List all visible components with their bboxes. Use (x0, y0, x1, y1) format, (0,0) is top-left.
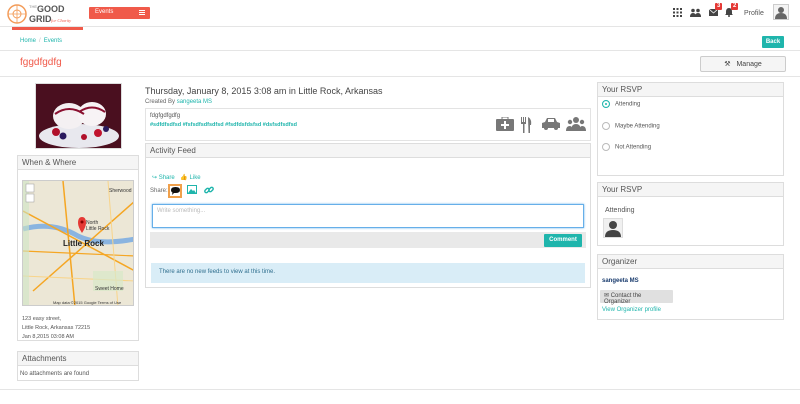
radio-icon[interactable] (602, 122, 610, 130)
events-menu-button[interactable]: Events (89, 7, 150, 19)
event-address: 123 easy street, Little Rock, Arkansas 7… (22, 315, 90, 342)
created-by-prefix: Created By (145, 99, 176, 105)
link-icon[interactable] (203, 185, 215, 197)
breadcrumb: Home / Events (20, 38, 62, 44)
rsvp-option-not-attending[interactable]: Not Attending (602, 143, 651, 151)
event-description-box: fdgfgdfgdfg #sdfdfsdfsd #fsfsdfsdfsdfsd … (145, 108, 591, 141)
apps-grid-icon[interactable] (673, 8, 682, 19)
attachments-title: Attachments (18, 352, 138, 366)
no-feeds-alert: There are no new feeds to view at this t… (151, 263, 585, 283)
breadcrumb-events[interactable]: Events (44, 38, 62, 44)
rsvp-option-label: Attending (615, 101, 641, 108)
good-grid-logo[interactable]: THE GOOD GRID for Charity (7, 2, 77, 26)
no-attachments-text: No attachments are found (20, 371, 90, 377)
image-icon[interactable] (186, 185, 198, 197)
radio-selected-icon[interactable] (602, 100, 610, 108)
thumbs-up-icon: 👍 (180, 175, 188, 181)
event-image (35, 83, 122, 149)
svg-text:GRID: GRID (29, 14, 52, 24)
svg-text:GOOD: GOOD (37, 4, 65, 14)
group-people-icon (566, 117, 586, 135)
manage-button[interactable]: ⚒ Manage (700, 56, 786, 72)
organizer-name[interactable]: sangeeta MS (602, 278, 639, 284)
event-date-location: Thursday, January 8, 2015 3:08 am in Lit… (145, 86, 383, 96)
event-datetime: Jan 8,2015 03:08 AM (22, 334, 74, 340)
rsvp-status-panel: Your RSVP (597, 182, 784, 246)
hamburger-icon (139, 10, 145, 15)
messages-count-badge: 3 (715, 3, 723, 10)
rsvp-option-label: Not Attending (615, 144, 652, 151)
share-link[interactable]: Share (159, 175, 175, 181)
breadcrumb-separator: / (39, 38, 41, 44)
rsvp-option-attending[interactable]: Attending (602, 100, 640, 108)
attending-label: Attending (605, 207, 635, 214)
map-label-sherwood: Sherwood (109, 188, 132, 194)
map-city-label: Little Rock (63, 239, 104, 248)
profile-link[interactable]: Profile (744, 10, 764, 17)
back-button[interactable]: Back (762, 36, 784, 48)
share-like-row: ↪ Share 👍 Like (152, 174, 201, 181)
address-line-1: 123 easy street, (22, 316, 62, 322)
car-icon (542, 117, 560, 134)
event-description: fdgfgdfgdfg (150, 113, 181, 119)
map-label-sweet-home: Sweet Home (95, 286, 124, 292)
events-active-indicator (12, 27, 83, 30)
group-icon[interactable] (690, 8, 701, 19)
feed-post-textarea[interactable]: Write something... (152, 204, 584, 228)
messages-icon[interactable]: 3 (708, 3, 723, 18)
address-line-2: Little Rock, Arkansas 72215 (22, 325, 91, 331)
divider (0, 76, 800, 77)
comment-button[interactable]: Comment (544, 234, 582, 247)
when-where-title: When & Where (18, 156, 138, 170)
location-map[interactable]: Sherwood North Little Rock Little Rock S… (22, 180, 134, 306)
user-avatar[interactable] (773, 4, 789, 20)
breadcrumb-home[interactable]: Home (20, 38, 36, 44)
notifications-bell-icon[interactable]: 2 (725, 3, 739, 19)
page-title: fggdfgdfg (20, 57, 62, 68)
rsvp-title: Your RSVP (598, 83, 783, 97)
first-aid-icon (496, 116, 514, 135)
top-navbar: THE GOOD GRID for Charity Events 3 2 Pro… (0, 0, 800, 27)
contact-organizer-button[interactable]: ✉ Contact the Organizer (600, 290, 673, 305)
rsvp-option-maybe[interactable]: Maybe Attending (602, 122, 660, 130)
attendee-avatar[interactable] (603, 218, 623, 238)
svg-text:for Charity: for Charity (51, 18, 71, 23)
rsvp-status-title: Your RSVP (598, 183, 783, 197)
like-link[interactable]: Like (190, 175, 201, 181)
footer-divider (0, 389, 800, 390)
wrench-icon: ⚒ (724, 61, 731, 68)
organizer-title: Organizer (598, 255, 783, 269)
restaurant-icon (520, 117, 532, 137)
map-footer: Map data ©2015 Google Terms of Use (53, 300, 122, 305)
radio-icon[interactable] (602, 143, 610, 151)
rsvp-option-label: Maybe Attending (615, 123, 660, 130)
view-organizer-profile-link[interactable]: View Organizer profile (602, 307, 661, 313)
created-by: Created By sangeeta MS (145, 99, 212, 105)
share-icon: ↪ (152, 175, 158, 181)
breadcrumb-bar (0, 33, 800, 51)
manage-label: Manage (736, 61, 762, 68)
speech-bubble-icon[interactable] (168, 184, 182, 198)
activity-feed-title: Activity Feed (146, 144, 590, 158)
share-prefix-label: Share: (150, 188, 168, 194)
map-label-north-little-rock: North Little Rock (86, 220, 110, 232)
created-by-name[interactable]: sangeeta MS (177, 99, 212, 105)
event-tags[interactable]: #sdfdfsdfsd #fsfsdfsdfsdfsd #fsdfdsfdsfs… (150, 122, 297, 128)
comment-bar (150, 232, 586, 248)
events-label: Events (95, 9, 114, 15)
notifications-count-badge: 2 (731, 3, 739, 10)
